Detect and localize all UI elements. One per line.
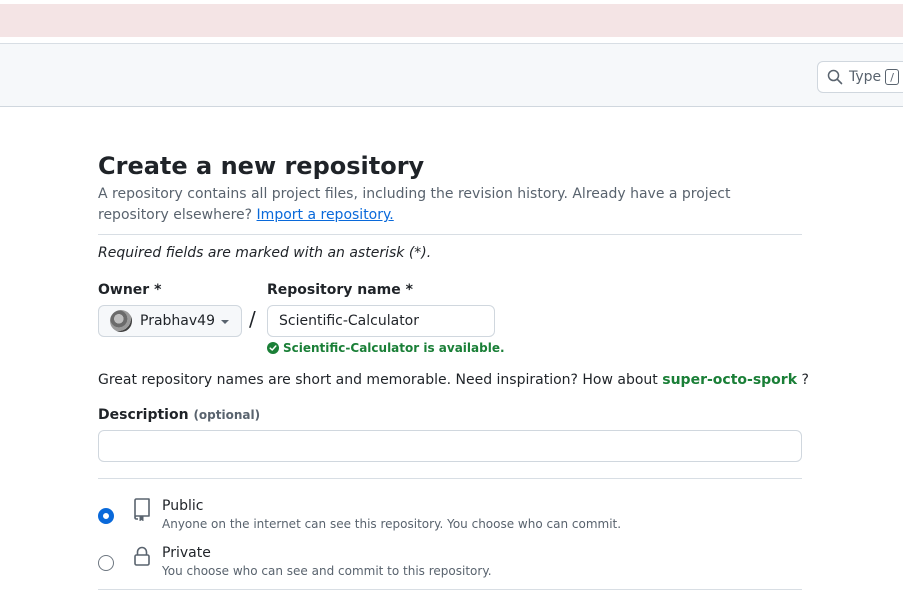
repo-icon — [132, 497, 152, 522]
public-title: Public — [162, 498, 204, 514]
availability-message: Scientific-Calculator is available. — [267, 341, 505, 355]
private-text: Private You choose who can see and commi… — [162, 544, 492, 580]
search-input[interactable]: Type / — [817, 61, 903, 93]
header-bar: Type / — [0, 43, 903, 107]
public-description: Anyone on the internet can see this repo… — [162, 517, 622, 531]
owner-name: Prabhav49 — [140, 313, 215, 329]
owner-repo-separator: / — [249, 307, 256, 331]
public-radio[interactable] — [98, 508, 114, 524]
public-text: Public Anyone on the internet can see th… — [162, 497, 621, 533]
divider-top — [98, 234, 802, 235]
visibility-public-option[interactable]: Public Anyone on the internet can see th… — [98, 497, 621, 533]
private-title: Private — [162, 545, 211, 561]
check-circle-icon — [267, 342, 279, 354]
repository-name-input[interactable]: Scientific-Calculator — [267, 305, 495, 337]
required-fields-note: Required fields are marked with an aster… — [98, 245, 432, 261]
lock-icon — [132, 544, 152, 568]
repository-name-label: Repository name * — [267, 282, 413, 298]
top-banner — [0, 4, 903, 37]
search-icon — [827, 69, 843, 85]
name-inspiration: Great repository names are short and mem… — [98, 372, 809, 388]
avatar — [110, 310, 132, 332]
inspiration-text: Great repository names are short and mem… — [98, 372, 658, 388]
availability-text: Scientific-Calculator is available. — [283, 341, 505, 355]
description-input[interactable] — [98, 430, 802, 462]
owner-dropdown[interactable]: Prabhav49 — [98, 305, 242, 337]
description-label: Description (optional) — [98, 407, 260, 423]
main-content: Create a new repository A repository con… — [98, 150, 802, 226]
divider-visibility — [98, 478, 802, 479]
page-subtitle: A repository contains all project files,… — [98, 184, 802, 226]
suggested-name-button[interactable]: super-octo-spork — [662, 372, 797, 388]
page-title: Create a new repository — [98, 152, 425, 180]
owner-label: Owner * — [98, 282, 162, 298]
description-label-text: Description — [98, 407, 189, 423]
divider-bottom — [98, 589, 802, 590]
optional-tag: (optional) — [193, 408, 261, 422]
import-repository-link[interactable]: Import a repository. — [257, 207, 394, 223]
search-shortcut-key: / — [885, 69, 900, 85]
private-radio[interactable] — [98, 555, 114, 571]
visibility-private-option[interactable]: Private You choose who can see and commi… — [98, 544, 492, 580]
triangle-down-icon — [221, 320, 229, 324]
private-description: You choose who can see and commit to thi… — [162, 564, 492, 578]
inspiration-suffix: ? — [801, 372, 809, 388]
subtitle-text: A repository contains all project files,… — [98, 186, 731, 223]
search-placeholder: Type — [849, 69, 882, 85]
